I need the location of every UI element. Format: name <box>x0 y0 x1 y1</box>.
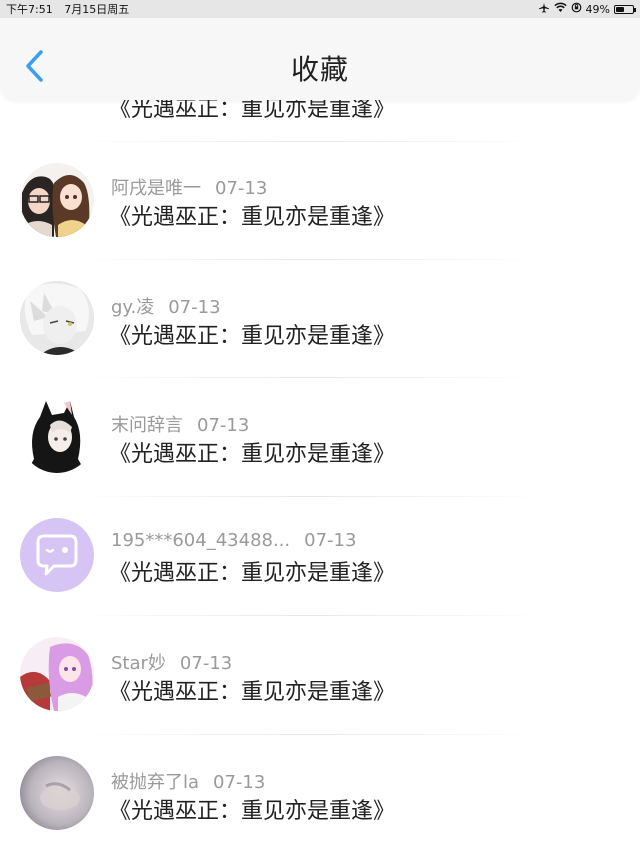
chat-bubble-icon <box>36 534 78 576</box>
list-item[interactable]: 阿戌是唯一 07-13 《光遇巫正：重见亦是重逢》 <box>0 140 640 258</box>
item-meta: 阿戌是唯一 07-13 <box>111 174 267 200</box>
item-author[interactable]: Star妙 <box>111 653 166 674</box>
battery-icon <box>614 4 636 14</box>
blurry-photo-avatar <box>20 756 94 830</box>
item-meta: Star妙 07-13 <box>111 649 232 675</box>
list-item[interactable]: 被抛弃了la 07-13 《光遇巫正：重见亦是重逢》 <box>0 734 640 852</box>
item-title: 《光遇巫正：重见亦是重逢》 <box>109 561 396 586</box>
nav-header: 收藏 <box>0 18 640 100</box>
item-author[interactable]: 阿戌是唯一 <box>111 178 201 199</box>
item-author[interactable]: gy.凌 <box>111 297 154 318</box>
item-title: 《光遇巫正：重见亦是重逢》 <box>109 442 396 467</box>
anime-couple-avatar <box>20 163 94 237</box>
status-bar: 下午7:51 7月15日周五 49% <box>0 0 640 18</box>
status-time: 下午7:51 <box>6 3 53 16</box>
item-meta: 末问辞言 07-13 <box>111 411 249 437</box>
list-item[interactable]: gy.凌 07-13 《光遇巫正：重见亦是重逢》 <box>0 259 640 377</box>
status-date: 7月15日周五 <box>64 3 130 16</box>
battery-level <box>616 6 624 12</box>
default-chat-bubble-avatar <box>20 518 94 592</box>
item-date: 07-13 <box>197 415 250 436</box>
orientation-lock-icon <box>571 2 582 16</box>
item-meta: 被抛弃了la 07-13 <box>111 768 265 794</box>
item-date: 07-13 <box>213 772 266 793</box>
item-author[interactable]: 195***604_43488... <box>111 530 290 551</box>
list-item[interactable]: Star妙 07-13 《光遇巫正：重见亦是重逢》 <box>0 615 640 733</box>
item-title: 《光遇巫正：重见亦是重逢》 <box>109 205 396 230</box>
item-date: 07-13 <box>304 530 357 551</box>
wifi-icon <box>553 2 567 16</box>
item-meta: gy.凌 07-13 <box>111 293 221 319</box>
hooded-cat-ear-avatar <box>20 399 94 473</box>
item-date: 07-13 <box>179 653 233 674</box>
favorites-list[interactable]: 《光遇巫正：重见亦是重逢》 阿戌是唯一 07-13 《光遇巫正：重见亦是重逢》 <box>0 0 640 853</box>
status-left: 下午7:51 7月15日周五 <box>6 1 137 17</box>
white-hair-boy-avatar <box>20 281 94 355</box>
item-title: 《光遇巫正：重见亦是重逢》 <box>109 324 396 349</box>
item-author[interactable]: 被抛弃了la <box>111 772 199 793</box>
item-meta: 195***604_43488... 07-13 <box>111 530 356 551</box>
item-author[interactable]: 末问辞言 <box>111 415 183 436</box>
page-title: 收藏 <box>290 53 349 86</box>
item-title: 《光遇巫正：重见亦是重逢》 <box>109 680 396 705</box>
item-title: 《光遇巫正：重见亦是重逢》 <box>109 799 396 824</box>
airplane-icon <box>538 2 550 17</box>
battery-percent: 49% <box>585 2 610 16</box>
list-item[interactable]: 末问辞言 07-13 《光遇巫正：重见亦是重逢》 <box>0 377 640 495</box>
item-date: 07-13 <box>168 297 221 318</box>
item-date: 07-13 <box>215 178 268 199</box>
status-right: 49% <box>538 2 636 17</box>
list-item[interactable]: 195***604_43488... 07-13 《光遇巫正：重见亦是重逢》 <box>0 496 640 614</box>
pink-hair-girl-avatar <box>20 637 94 711</box>
